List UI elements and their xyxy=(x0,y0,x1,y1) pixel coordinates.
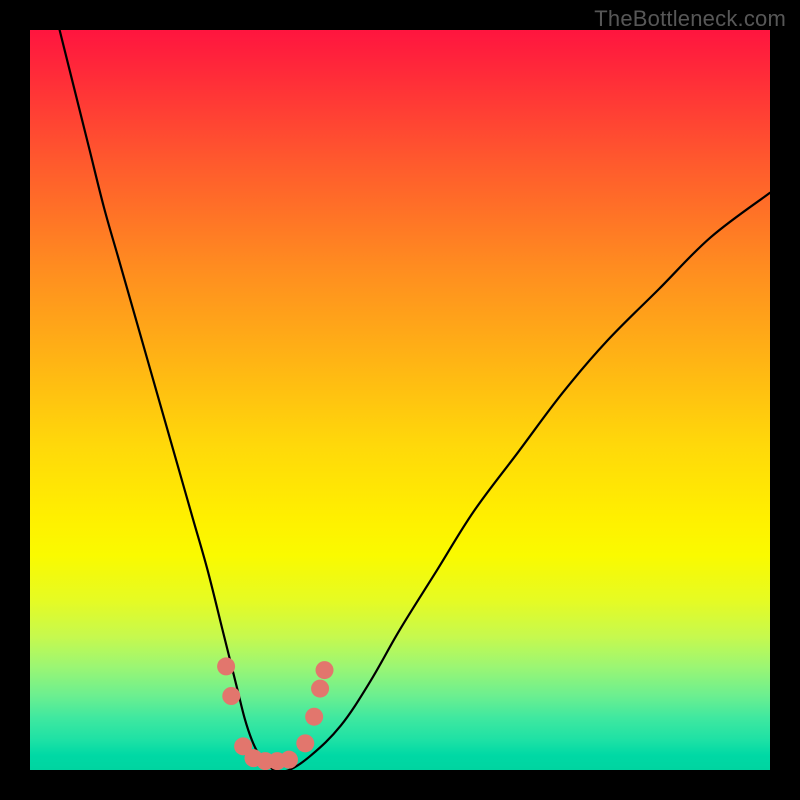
highlight-dot xyxy=(305,708,323,726)
highlight-dot xyxy=(222,687,240,705)
highlight-dot xyxy=(217,657,235,675)
chart-frame: TheBottleneck.com xyxy=(0,0,800,800)
watermark-text: TheBottleneck.com xyxy=(594,6,786,32)
highlight-dot xyxy=(311,680,329,698)
highlight-dot xyxy=(280,751,298,769)
bottleneck-curve xyxy=(60,30,770,770)
plot-area xyxy=(30,30,770,770)
highlight-dot xyxy=(316,661,334,679)
curve-svg xyxy=(30,30,770,770)
highlight-dot xyxy=(296,734,314,752)
